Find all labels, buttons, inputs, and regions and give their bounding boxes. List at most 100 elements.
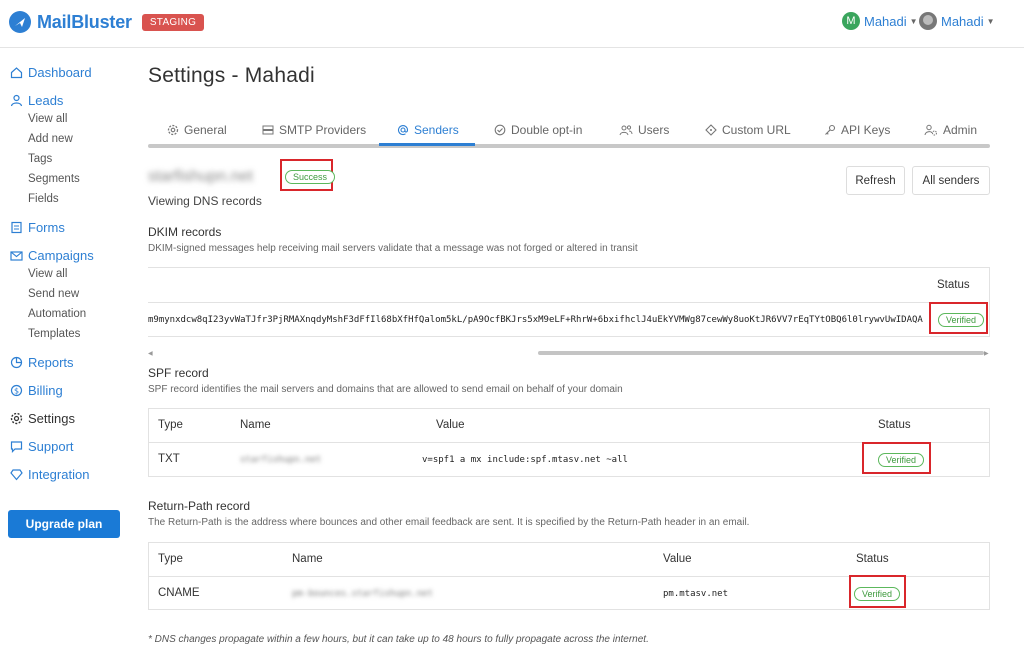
upgrade-plan-button[interactable]: Upgrade plan bbox=[8, 510, 120, 538]
sidebar-item-billing[interactable]: $ Billing bbox=[9, 383, 63, 398]
sidebar-item-dashboard[interactable]: Dashboard bbox=[9, 65, 92, 80]
sidebar-item-label: Integration bbox=[28, 467, 90, 482]
at-sign-icon bbox=[397, 124, 409, 136]
top-bar: MailBluster STAGING M Mahadi ▼ Mahadi ▼ bbox=[0, 0, 1024, 48]
gear-icon bbox=[167, 124, 179, 136]
tab-smtp-providers[interactable]: SMTP Providers bbox=[262, 118, 366, 142]
mail-icon bbox=[9, 249, 23, 263]
sidebar-subitem-view-all-campaigns[interactable]: View all bbox=[28, 268, 67, 280]
sidebar-subitem-templates[interactable]: Templates bbox=[28, 328, 80, 340]
scrollbar-thumb[interactable] bbox=[538, 351, 984, 355]
gear-icon bbox=[9, 412, 23, 426]
settings-tabs: General SMTP Providers Senders Double op… bbox=[148, 118, 990, 146]
svg-text:$: $ bbox=[13, 386, 18, 395]
account-avatar: M bbox=[842, 12, 860, 30]
sidebar-subitem-fields[interactable]: Fields bbox=[28, 193, 59, 205]
column-header-name: Name bbox=[292, 553, 323, 565]
tab-double-opt-in[interactable]: Double opt-in bbox=[494, 118, 582, 142]
sidebar-item-label: Reports bbox=[28, 355, 74, 370]
column-header-type: Type bbox=[158, 419, 183, 431]
user-gear-icon bbox=[924, 124, 938, 136]
all-senders-button[interactable]: All senders bbox=[912, 166, 990, 195]
spf-value-cell: v=spf1 a mx include:spf.mtasv.net ~all bbox=[422, 455, 628, 465]
user-avatar bbox=[919, 12, 937, 30]
sidebar-item-label: Settings bbox=[28, 411, 75, 426]
column-header-value: Value bbox=[436, 419, 465, 431]
sidebar-subitem-add-new[interactable]: Add new bbox=[28, 133, 73, 145]
tab-general[interactable]: General bbox=[167, 118, 227, 142]
tab-label: General bbox=[184, 123, 227, 137]
spf-description: SPF record identifies the mail servers a… bbox=[148, 384, 623, 395]
sidebar-item-label: Leads bbox=[28, 93, 64, 108]
form-icon bbox=[9, 221, 23, 235]
return-path-type-cell: CNAME bbox=[158, 587, 200, 599]
sidebar-item-label: Billing bbox=[28, 383, 63, 398]
mailbluster-logo-icon bbox=[9, 11, 31, 33]
highlight-box bbox=[862, 442, 931, 474]
sidebar-item-settings[interactable]: Settings bbox=[9, 411, 75, 426]
pie-chart-icon bbox=[9, 356, 23, 370]
user-name: Mahadi bbox=[941, 13, 984, 29]
logo[interactable]: MailBluster STAGING bbox=[9, 11, 205, 33]
active-tab-indicator bbox=[379, 143, 475, 146]
return-path-title: Return-Path record bbox=[148, 499, 251, 513]
tab-users[interactable]: Users bbox=[619, 118, 669, 142]
sidebar-item-leads[interactable]: Leads bbox=[9, 93, 63, 108]
dkim-horizontal-scrollbar[interactable]: ◀ ▶ bbox=[148, 350, 990, 357]
spf-title: SPF record bbox=[148, 366, 209, 380]
tab-api-keys[interactable]: API Keys bbox=[824, 118, 890, 142]
column-header-status: Status bbox=[856, 553, 889, 565]
sidebar-item-forms[interactable]: Forms bbox=[9, 220, 65, 235]
tab-label: API Keys bbox=[841, 123, 891, 137]
sidebar-subitem-automation[interactable]: Automation bbox=[28, 308, 86, 320]
sidebar: Dashboard Leads View all Add new Tags Se… bbox=[0, 48, 130, 651]
dkim-value: m9mynxdcw8qI23yvWaTJfr3PjRMAXnqdyMshF3dF… bbox=[148, 315, 923, 325]
user-menu[interactable]: Mahadi ▼ bbox=[919, 12, 995, 30]
sidebar-item-reports[interactable]: Reports bbox=[9, 355, 74, 370]
sidebar-item-label: Support bbox=[28, 439, 74, 454]
tab-label: Admin bbox=[943, 123, 978, 137]
user-icon bbox=[9, 94, 23, 108]
tab-custom-url[interactable]: Custom URL bbox=[705, 118, 791, 142]
spf-type-cell: TXT bbox=[158, 453, 180, 465]
scroll-right-icon[interactable]: ▶ bbox=[984, 350, 989, 357]
sidebar-subitem-view-all[interactable]: View all bbox=[28, 113, 67, 125]
dollar-icon: $ bbox=[9, 384, 23, 398]
account-name: Mahadi bbox=[864, 13, 907, 29]
sidebar-subitem-segments[interactable]: Segments bbox=[28, 173, 80, 185]
sidebar-item-support[interactable]: Support bbox=[9, 439, 74, 454]
tabs-scrollbar[interactable] bbox=[148, 144, 990, 148]
diamond-icon bbox=[9, 468, 23, 482]
key-icon bbox=[824, 124, 836, 136]
tab-label: Double opt-in bbox=[511, 123, 583, 137]
tab-admin[interactable]: Admin bbox=[924, 118, 977, 142]
column-header-name: Name bbox=[240, 419, 271, 431]
sidebar-item-campaigns[interactable]: Campaigns bbox=[9, 248, 94, 263]
return-path-name-cell: pm-bounces.starfishupn.net bbox=[292, 589, 433, 599]
refresh-button[interactable]: Refresh bbox=[846, 166, 905, 195]
column-header-value: Value bbox=[663, 553, 692, 565]
viewing-dns-label: Viewing DNS records bbox=[148, 194, 262, 208]
dkim-table: Status m9mynxdcw8qI23yvWaTJfr3PjRMAXnqdy… bbox=[148, 267, 990, 337]
chat-icon bbox=[9, 440, 23, 454]
check-circle-icon bbox=[494, 124, 506, 136]
dkim-description: DKIM-signed messages help receiving mail… bbox=[148, 243, 638, 254]
users-icon bbox=[619, 124, 633, 136]
tab-label: Senders bbox=[414, 123, 459, 137]
sidebar-subitem-send-new[interactable]: Send new bbox=[28, 288, 79, 300]
tab-label: SMTP Providers bbox=[279, 123, 367, 137]
account-menu[interactable]: M Mahadi ▼ bbox=[842, 12, 918, 30]
staging-badge: STAGING bbox=[141, 13, 205, 31]
chevron-down-icon: ▼ bbox=[986, 16, 995, 26]
home-icon bbox=[9, 66, 23, 80]
chevron-down-icon: ▼ bbox=[909, 16, 918, 26]
scroll-left-icon[interactable]: ◀ bbox=[148, 350, 153, 357]
highlight-box bbox=[849, 575, 906, 608]
tab-senders[interactable]: Senders bbox=[397, 118, 459, 142]
sender-domain: starfishupn.net bbox=[148, 168, 253, 185]
sidebar-subitem-tags[interactable]: Tags bbox=[28, 153, 52, 165]
dkim-title: DKIM records bbox=[148, 225, 222, 239]
row-divider bbox=[148, 302, 988, 303]
success-badge: Success bbox=[285, 170, 336, 184]
sidebar-item-integration[interactable]: Integration bbox=[9, 467, 89, 482]
